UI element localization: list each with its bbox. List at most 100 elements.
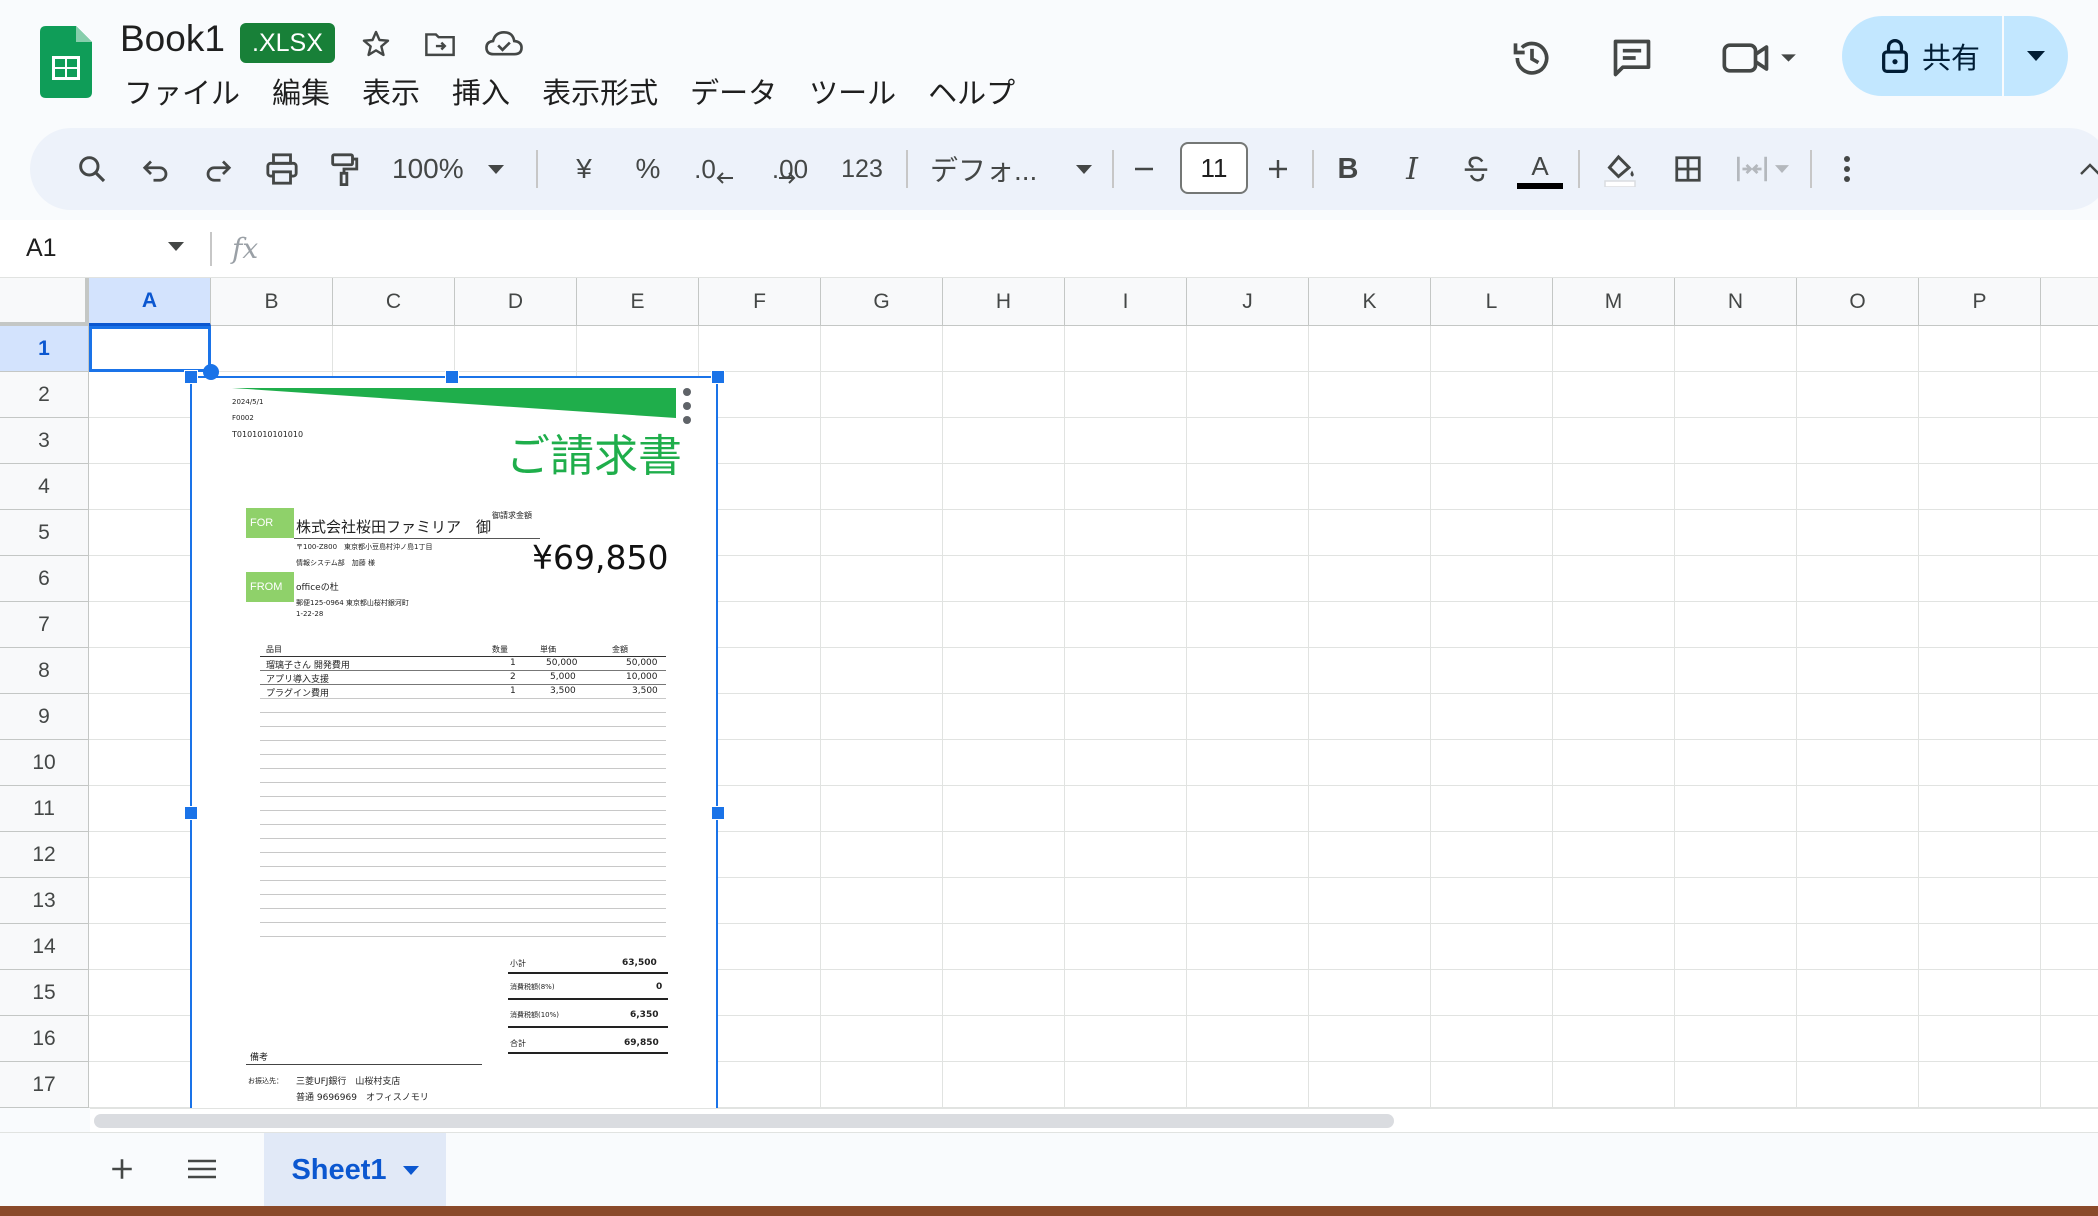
menu-insert[interactable]: 挿入	[436, 70, 526, 112]
sheets-logo-icon[interactable]	[40, 26, 92, 98]
row-header-4[interactable]: 4	[0, 464, 89, 510]
menu-edit[interactable]: 編集	[256, 70, 346, 112]
menu-file[interactable]: ファイル	[108, 70, 256, 112]
row-header-3[interactable]: 3	[0, 418, 89, 464]
bold-button[interactable]: B	[1322, 128, 1374, 210]
add-sheet-icon[interactable]	[100, 1147, 144, 1191]
column-header-g[interactable]: G	[821, 278, 943, 326]
column-header-b[interactable]: B	[211, 278, 333, 326]
column-header-a[interactable]: A	[89, 278, 211, 326]
row-header-6[interactable]: 6	[0, 556, 89, 602]
row-header-17[interactable]: 17	[0, 1062, 89, 1108]
print-icon[interactable]	[256, 128, 308, 210]
undo-icon[interactable]	[130, 128, 182, 210]
column-header-i[interactable]: I	[1065, 278, 1187, 326]
currency-format-button[interactable]: ¥	[558, 128, 610, 210]
merge-cells-icon[interactable]	[1724, 128, 1800, 210]
zoom-select[interactable]: 100%	[382, 128, 542, 210]
item-amount: 10,000	[626, 672, 658, 682]
redo-icon[interactable]	[192, 128, 244, 210]
decrease-font-size-icon[interactable]	[1120, 128, 1168, 210]
row-header-1[interactable]: 1	[0, 326, 89, 372]
column-header-m[interactable]: M	[1553, 278, 1675, 326]
document-title[interactable]: Book1	[120, 18, 225, 60]
column-header-o[interactable]: O	[1797, 278, 1919, 326]
text-color-button[interactable]: A	[1514, 128, 1566, 210]
row-header-13[interactable]: 13	[0, 878, 89, 924]
grid-column-line	[1186, 326, 1187, 1108]
star-icon[interactable]	[356, 24, 396, 64]
paint-format-icon[interactable]	[318, 128, 370, 210]
scrollbar-thumb[interactable]	[94, 1114, 1394, 1128]
all-sheets-icon[interactable]	[180, 1147, 224, 1191]
grid-column-line	[820, 326, 821, 1108]
image-more-options-icon[interactable]	[680, 388, 694, 424]
column-header-e[interactable]: E	[577, 278, 699, 326]
fill-color-icon[interactable]	[1592, 128, 1648, 210]
sheet-tab-sheet1[interactable]: Sheet1	[264, 1133, 446, 1206]
rotate-handle[interactable]	[203, 364, 219, 380]
menu-data[interactable]: データ	[674, 70, 793, 112]
share-dropdown[interactable]	[2004, 16, 2068, 96]
caret-down-icon[interactable]	[168, 242, 184, 251]
spreadsheet-grid[interactable]: ABCDEFGHIJKLMNOP 1 2 3 4 5 6 7 8 9 10 11 12 13 14 15 16…	[0, 278, 2098, 1108]
decrease-decimal-button[interactable]: .0	[684, 128, 744, 210]
row-header-11[interactable]: 11	[0, 786, 89, 832]
column-header-l[interactable]: L	[1431, 278, 1553, 326]
font-size-input[interactable]: 11	[1180, 142, 1248, 194]
caret-down-icon[interactable]	[402, 1165, 419, 1175]
client-address: 〒100-Z800 東京都小豆島村沖ノ島1丁目	[296, 543, 433, 551]
share-main[interactable]: 共有	[1842, 16, 2002, 96]
cloud-saved-icon[interactable]	[484, 24, 524, 64]
row-header-14[interactable]: 14	[0, 924, 89, 970]
resize-handle-top-left[interactable]	[184, 370, 198, 384]
meet-icon[interactable]	[1716, 32, 1806, 84]
menu-help[interactable]: ヘルプ	[912, 70, 1031, 112]
menu-format[interactable]: 表示形式	[526, 70, 674, 112]
resize-handle-top-right[interactable]	[711, 370, 725, 384]
increase-decimal-button[interactable]: .00	[750, 128, 818, 210]
row-header-2[interactable]: 2	[0, 372, 89, 418]
more-options-icon[interactable]	[1832, 128, 1862, 210]
column-header-j[interactable]: J	[1187, 278, 1309, 326]
column-header-h[interactable]: H	[943, 278, 1065, 326]
column-header-f[interactable]: F	[699, 278, 821, 326]
share-button[interactable]: 共有	[1842, 16, 2068, 96]
menu-tools[interactable]: ツール	[793, 70, 912, 112]
row-header-12[interactable]: 12	[0, 832, 89, 878]
increase-font-size-icon[interactable]	[1254, 128, 1302, 210]
row-header-10[interactable]: 10	[0, 740, 89, 786]
italic-button[interactable]: I	[1386, 128, 1438, 210]
resize-handle-right[interactable]	[711, 806, 725, 820]
column-header-p[interactable]: P	[1919, 278, 2041, 326]
select-all-corner[interactable]	[0, 278, 89, 326]
invoice-image[interactable]: 2024/5/1 F0002 T0101010101010 ご請求書 FOR 株…	[190, 376, 718, 1108]
column-header-partial[interactable]	[2041, 278, 2098, 326]
more-formats-button[interactable]: 123	[830, 128, 894, 210]
percent-format-button[interactable]: %	[622, 128, 674, 210]
resize-handle-top[interactable]	[445, 370, 459, 384]
font-select[interactable]: デフォ...	[926, 128, 1096, 210]
row-header-5[interactable]: 5	[0, 510, 89, 556]
column-header-k[interactable]: K	[1309, 278, 1431, 326]
horizontal-scrollbar[interactable]	[90, 1108, 2098, 1132]
move-folder-icon[interactable]	[420, 24, 460, 64]
strikethrough-icon[interactable]	[1450, 128, 1502, 210]
resize-handle-left[interactable]	[184, 806, 198, 820]
comments-icon[interactable]	[1606, 32, 1658, 84]
column-header-d[interactable]: D	[455, 278, 577, 326]
row-header-8[interactable]: 8	[0, 648, 89, 694]
menu-view[interactable]: 表示	[346, 70, 436, 112]
column-header-n[interactable]: N	[1675, 278, 1797, 326]
collapse-toolbar-icon[interactable]	[2070, 128, 2098, 210]
column-header-c[interactable]: C	[333, 278, 455, 326]
search-icon[interactable]	[66, 128, 118, 210]
row-header-7[interactable]: 7	[0, 602, 89, 648]
row-header-15[interactable]: 15	[0, 970, 89, 1016]
row-header-16[interactable]: 16	[0, 1016, 89, 1062]
name-box[interactable]: A1	[26, 234, 57, 263]
row-header-9[interactable]: 9	[0, 694, 89, 740]
selected-cell-a1[interactable]	[89, 326, 211, 372]
borders-icon[interactable]	[1662, 128, 1714, 210]
version-history-icon[interactable]	[1506, 32, 1558, 84]
